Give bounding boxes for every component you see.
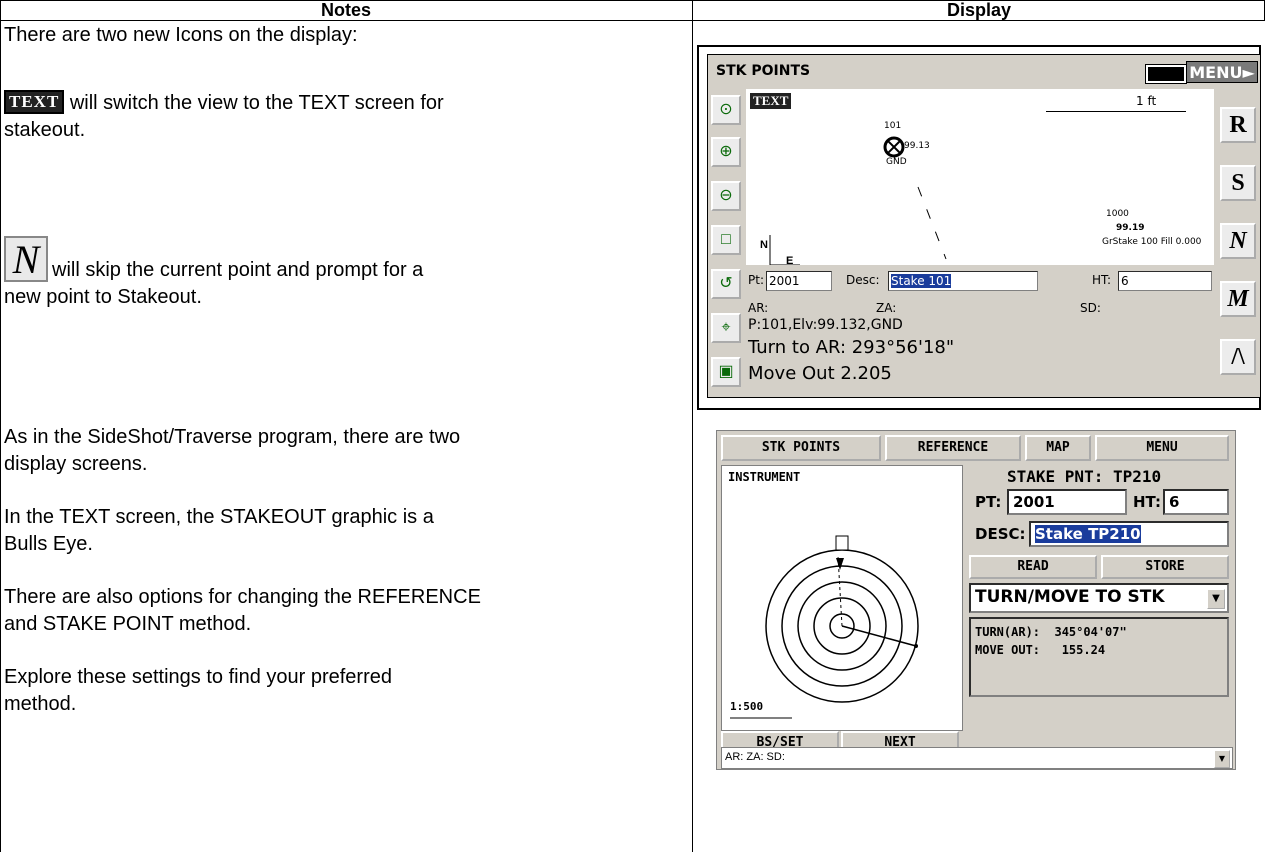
next-point-button[interactable]: N bbox=[1220, 223, 1256, 259]
stake-direction-line bbox=[917, 186, 947, 260]
stake-results: TURN(AR): 345°04'07" MOVE OUT: 155.24 bbox=[969, 617, 1229, 697]
occupied-point-elev: 99.19 bbox=[1116, 223, 1145, 233]
instrument-button[interactable]: /\ bbox=[1220, 339, 1256, 375]
zoom-previous-icon[interactable]: ↺ bbox=[711, 269, 741, 299]
pt-input[interactable]: 2001 bbox=[1007, 489, 1127, 515]
zoom-extents-icon[interactable]: ▣ bbox=[711, 357, 741, 387]
table-left-border bbox=[0, 0, 1, 852]
display-column-header: Display bbox=[946, 0, 1012, 20]
screen1-frame-bottom bbox=[697, 408, 1261, 410]
text-icon: TEXT bbox=[4, 90, 65, 114]
n-icon: N bbox=[4, 236, 48, 282]
turn-result: TURN(AR): 345°04'07" bbox=[975, 625, 1127, 639]
desc-label: Desc: bbox=[846, 273, 880, 287]
pt-label: Pt: bbox=[748, 273, 764, 287]
table-column-divider bbox=[692, 0, 693, 852]
para-options-1: There are also options for changing the … bbox=[4, 586, 481, 608]
desc-input-value: Stake 101 bbox=[891, 274, 952, 288]
zoom-out-icon[interactable]: ⊖ bbox=[711, 181, 741, 211]
point-101-elev: 99.13 bbox=[904, 141, 930, 151]
ht-label: HT: bbox=[1133, 493, 1161, 511]
desc-input[interactable]: Stake 101 bbox=[888, 271, 1038, 291]
store-button[interactable]: STORE bbox=[1101, 555, 1229, 579]
screen1-titlebar: STK POINTS MENU► bbox=[708, 55, 1260, 90]
notes-column-header: Notes bbox=[320, 0, 371, 20]
stakeout-actions: R S N M /\ bbox=[1214, 89, 1260, 397]
desc-input[interactable]: Stake TP210 bbox=[1029, 521, 1229, 547]
status-value: AR: ZA: SD: bbox=[725, 751, 785, 763]
para-bullseye-1: In the TEXT screen, the STAKEOUT graphic… bbox=[4, 506, 434, 528]
screen1-frame-top bbox=[697, 45, 1261, 47]
battery-icon bbox=[1145, 64, 1187, 84]
direction-arrow-icon bbox=[836, 558, 844, 570]
point-101-desc: GND bbox=[886, 157, 907, 167]
table-header-divider bbox=[0, 20, 1265, 21]
screen1-frame-left bbox=[697, 45, 699, 410]
stake-method-value: TURN/MOVE TO STK bbox=[975, 587, 1165, 607]
store-button[interactable]: S bbox=[1220, 165, 1256, 201]
occupied-point-info: GrStake 100 Fill 0.000 bbox=[1102, 237, 1202, 247]
bullseye-scale: 1:500 bbox=[730, 700, 764, 713]
read-button[interactable]: R bbox=[1220, 107, 1256, 143]
n-icon-desc-2: new point to Stakeout. bbox=[4, 286, 202, 308]
za-label: ZA: bbox=[876, 301, 897, 315]
para-screens-1: As in the SideShot/Traverse program, the… bbox=[4, 426, 461, 448]
stakeout-map[interactable]: TEXT 1 ft 101 99.13 GND 1000 99.19 GrSta… bbox=[746, 89, 1214, 267]
read-button[interactable]: READ bbox=[969, 555, 1097, 579]
tab-menu[interactable]: MENU bbox=[1095, 435, 1229, 461]
zoom-toolbar: ⊙ ⊕ ⊖ □ ↺ ⌖ ▣ bbox=[708, 89, 746, 397]
n-icon-desc-1: will skip the current point and prompt f… bbox=[52, 259, 424, 281]
para-explore-1: Explore these settings to find your pref… bbox=[4, 666, 392, 688]
stakeout-map-screen: STK POINTS MENU► ⊙ ⊕ ⊖ □ ↺ ⌖ ▣ TEXT 1 ft… bbox=[707, 54, 1261, 398]
menu-button[interactable]: MENU► bbox=[1186, 61, 1258, 83]
para-options-2: and STAKE POINT method. bbox=[4, 613, 252, 635]
pt-input[interactable]: 2001 bbox=[766, 271, 832, 291]
zoom-in-icon[interactable]: ⊕ bbox=[711, 137, 741, 167]
para-bullseye-2: Bulls Eye. bbox=[4, 533, 93, 555]
status-chevron-down-icon[interactable]: ▼ bbox=[1214, 750, 1230, 768]
north-label: N bbox=[760, 239, 768, 251]
point-101-label: 101 bbox=[884, 121, 902, 131]
move-result: MOVE OUT: 155.24 bbox=[975, 643, 1106, 657]
turn-instruction: Turn to AR: 293°56'18" bbox=[748, 337, 955, 358]
screen1-results: AR: ZA: SD: P:101,Elv:99.132,GND Turn to… bbox=[746, 297, 1214, 397]
text-icon-desc-2: stakeout. bbox=[4, 119, 86, 141]
ar-label: AR: bbox=[748, 301, 769, 315]
status-select[interactable]: AR: ZA: SD: ▼ bbox=[721, 747, 1233, 769]
menu-button-label: MENU bbox=[1189, 63, 1243, 82]
bullseye-panel: INSTRUMENT 1:500 bbox=[721, 465, 963, 731]
occupied-point-label: 1000 bbox=[1106, 209, 1129, 219]
pt-label: PT: bbox=[975, 493, 1002, 511]
ht-input[interactable]: 6 bbox=[1118, 271, 1212, 291]
ht-label: HT: bbox=[1092, 273, 1112, 287]
instrument-icon bbox=[835, 535, 849, 551]
text-icon-desc-1: will switch the view to the TEXT screen … bbox=[64, 92, 444, 114]
tab-reference[interactable]: REFERENCE bbox=[885, 435, 1021, 461]
desc-input-value: Stake TP210 bbox=[1035, 525, 1141, 543]
tab-stk-points[interactable]: STK POINTS bbox=[721, 435, 881, 461]
stake-point-title: STAKE PNT: TP210 bbox=[1007, 467, 1162, 486]
notes-intro: There are two new Icons on the display: bbox=[4, 24, 358, 46]
para-screens-2: display screens. bbox=[4, 453, 148, 475]
desc-label: DESC: bbox=[975, 525, 1026, 543]
pan-icon[interactable]: ⌖ bbox=[711, 313, 741, 343]
para-explore-2: method. bbox=[4, 693, 77, 715]
zoom-all-icon[interactable]: ⊙ bbox=[711, 95, 741, 125]
text-icon-note: TEXT will switch the view to the TEXT sc… bbox=[4, 90, 684, 116]
tab-map[interactable]: MAP bbox=[1025, 435, 1091, 461]
zoom-window-icon[interactable]: □ bbox=[711, 225, 741, 255]
screen1-point-fields: Pt: 2001 Desc: Stake 101 HT: 6 bbox=[746, 265, 1214, 297]
mode-button[interactable]: M bbox=[1220, 281, 1256, 317]
move-instruction: Move Out 2.205 bbox=[748, 363, 892, 384]
sd-label: SD: bbox=[1080, 301, 1101, 315]
point-info-line: P:101,Elv:99.132,GND bbox=[748, 317, 903, 333]
chevron-down-icon[interactable]: ▼ bbox=[1207, 589, 1225, 609]
screen1-title: STK POINTS bbox=[716, 63, 811, 79]
bullseye-graphic bbox=[730, 535, 919, 719]
stakeout-text-screen: STK POINTS REFERENCE MAP MENU INSTRUMENT… bbox=[716, 430, 1236, 770]
ht-input[interactable]: 6 bbox=[1163, 489, 1229, 515]
stake-method-select[interactable]: TURN/MOVE TO STK ▼ bbox=[969, 583, 1229, 613]
